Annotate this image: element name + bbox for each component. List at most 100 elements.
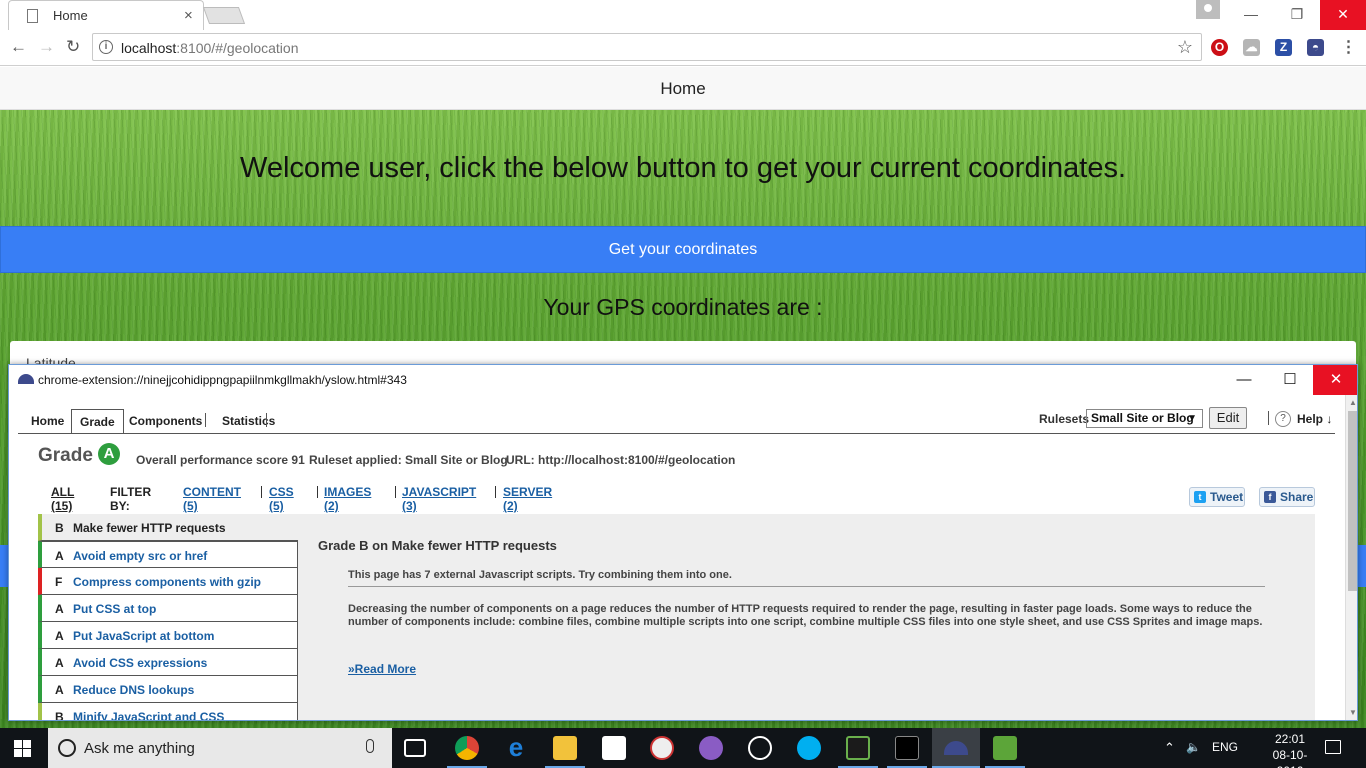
github-icon[interactable]: [699, 736, 723, 760]
filter-separator: [395, 486, 396, 498]
help-link[interactable]: Help ↓: [1297, 412, 1332, 426]
list-item[interactable]: A Avoid CSS expressions: [38, 649, 298, 676]
store-icon[interactable]: [602, 736, 626, 760]
minimize-button[interactable]: —: [1228, 0, 1274, 30]
list-item[interactable]: B Minify JavaScript and CSS: [38, 703, 298, 720]
clock[interactable]: 22:01 08-10-2016: [1262, 731, 1318, 768]
tab-statistics[interactable]: Statistics: [214, 409, 283, 433]
ruleset-applied: Ruleset applied: Small Site or Blog: [309, 453, 508, 467]
notification-icon[interactable]: [1325, 740, 1341, 754]
zotero-icon[interactable]: Z: [1275, 39, 1292, 56]
search-placeholder: Ask me anything: [84, 740, 195, 757]
share-button[interactable]: f Share: [1259, 487, 1315, 507]
chevron-up-icon[interactable]: ⌃: [1164, 740, 1175, 756]
yslow-window: chrome-extension://ninejjcohidippngpapii…: [8, 364, 1358, 721]
yslow-app-icon: [18, 374, 34, 384]
tab-home[interactable]: Home: [23, 409, 72, 433]
list-item[interactable]: A Reduce DNS lookups: [38, 676, 298, 703]
filter-javascript[interactable]: JAVASCRIPT (3): [402, 485, 476, 513]
minimize-button[interactable]: —: [1221, 365, 1267, 395]
cloud-icon[interactable]: ☁: [1243, 39, 1260, 56]
microphone-icon[interactable]: [366, 739, 374, 753]
filter-css[interactable]: CSS (5): [269, 485, 294, 513]
cortana-search-box[interactable]: Ask me anything: [48, 728, 392, 768]
app-icon[interactable]: [748, 736, 772, 760]
share-label: Share: [1280, 490, 1314, 504]
compass-icon[interactable]: [650, 736, 674, 760]
chevron-down-icon: ▼: [1187, 413, 1197, 424]
menu-icon[interactable]: ⋮: [1340, 39, 1357, 56]
ruleset-value: Small Site or Blog: [1091, 411, 1194, 425]
new-tab-button[interactable]: [202, 7, 246, 24]
rule-grade: A: [55, 602, 64, 616]
scrollbar-thumb[interactable]: [1348, 411, 1357, 591]
read-more-link[interactable]: »Read More: [348, 662, 416, 676]
list-item[interactable]: A Put CSS at top: [38, 595, 298, 622]
rule-grade: B: [55, 521, 64, 535]
get-coordinates-button[interactable]: Get your coordinates: [0, 226, 1366, 273]
profile-icon[interactable]: [1196, 0, 1220, 19]
scrollbar[interactable]: ▲ ▼: [1345, 395, 1357, 720]
edit-button[interactable]: Edit: [1209, 407, 1247, 429]
skype-icon[interactable]: [797, 736, 821, 760]
page-url: URL: http://localhost:8100/#/geolocation: [506, 453, 736, 467]
bookmark-star-icon[interactable]: ☆: [1177, 37, 1193, 58]
page-icon: [27, 9, 38, 23]
filter-content[interactable]: CONTENT (5): [183, 485, 241, 513]
volume-icon[interactable]: 🔈: [1186, 740, 1201, 754]
filter-server[interactable]: SERVER (2): [503, 485, 552, 513]
filter-separator: [317, 486, 318, 498]
url-path: :8100/#/geolocation: [176, 40, 299, 56]
maximize-button[interactable]: ☐: [1267, 365, 1313, 395]
help-icon[interactable]: ?: [1275, 411, 1291, 427]
file-explorer-icon[interactable]: [553, 736, 577, 760]
ruleset-select[interactable]: Small Site or Blog ▼: [1086, 409, 1203, 428]
tab-close-icon[interactable]: ×: [184, 7, 193, 24]
reload-icon[interactable]: ↻: [66, 37, 80, 57]
rule-grade: A: [55, 549, 64, 563]
rule-grade: A: [55, 629, 64, 643]
list-item[interactable]: A Put JavaScript at bottom: [38, 622, 298, 649]
yslow-body: Home Grade Components Statistics Ruleset…: [9, 395, 1345, 720]
filter-images[interactable]: IMAGES (2): [324, 485, 371, 513]
webstorm-icon[interactable]: [846, 736, 870, 760]
tab-grade[interactable]: Grade: [71, 409, 124, 434]
scroll-up-icon[interactable]: ▲: [1349, 398, 1357, 407]
url-text[interactable]: localhost:8100/#/geolocation: [121, 40, 298, 56]
language-indicator[interactable]: ENG: [1212, 740, 1238, 754]
opera-icon[interactable]: O: [1211, 39, 1228, 56]
rule-name: Avoid empty src or href: [73, 549, 208, 563]
info-icon[interactable]: i: [99, 40, 113, 54]
tweet-button[interactable]: t Tweet: [1189, 487, 1245, 507]
address-bar[interactable]: i localhost:8100/#/geolocation ☆: [92, 33, 1202, 61]
close-window-button[interactable]: ✕: [1320, 0, 1366, 30]
tab-underline: [18, 433, 1335, 434]
scroll-down-icon[interactable]: ▼: [1349, 708, 1357, 717]
terminal-icon[interactable]: [895, 736, 919, 760]
page-title: Home: [0, 67, 1366, 110]
close-button[interactable]: ✕: [1313, 365, 1357, 395]
list-item[interactable]: B Make fewer HTTP requests: [38, 514, 298, 541]
rule-grade: A: [55, 656, 64, 670]
tab-separator: [266, 413, 267, 427]
list-item[interactable]: F Compress components with gzip: [38, 568, 298, 595]
browser-tab[interactable]: Home ×: [8, 0, 204, 30]
filter-all[interactable]: ALL (15): [51, 485, 74, 513]
url-host: localhost: [121, 40, 177, 56]
browser-toolbar: ← → ↻ i localhost:8100/#/geolocation ☆ O…: [0, 30, 1366, 66]
restore-button[interactable]: ❐: [1274, 0, 1320, 30]
twitter-icon: t: [1194, 491, 1206, 503]
back-arrow-icon[interactable]: ←: [10, 37, 27, 57]
edge-icon[interactable]: e: [504, 734, 528, 760]
list-item[interactable]: A Avoid empty src or href: [38, 541, 298, 568]
forward-arrow-icon[interactable]: →: [38, 37, 55, 57]
detail-title: Grade B on Make fewer HTTP requests: [318, 538, 557, 553]
windows-start-icon[interactable]: [14, 740, 31, 757]
rulesets-label: Rulesets: [1039, 412, 1090, 426]
task-view-icon[interactable]: [404, 739, 426, 757]
chrome-icon[interactable]: [455, 736, 479, 760]
yslow-icon[interactable]: ◓: [1307, 39, 1324, 56]
filter-separator: [495, 486, 496, 498]
notepad-icon[interactable]: [993, 736, 1017, 760]
tab-components[interactable]: Components: [121, 409, 210, 433]
